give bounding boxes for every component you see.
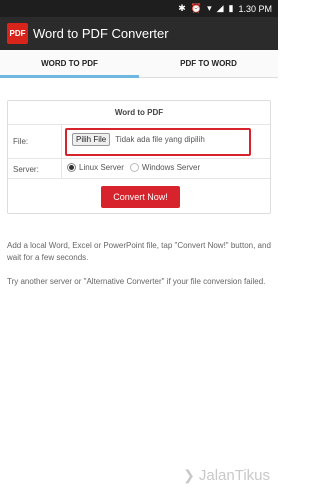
convert-now-button[interactable]: Convert Now! [101, 186, 180, 208]
tab-pdf-to-word[interactable]: PDF TO WORD [139, 50, 278, 77]
tab-word-to-pdf[interactable]: WORD TO PDF [0, 50, 139, 78]
file-label: File: [13, 137, 29, 146]
wifi-icon: ▾ [207, 3, 212, 13]
radio-windows-server[interactable]: Windows Server [129, 163, 201, 172]
file-input[interactable]: Pilih File Tidak ada file yang dipilih [65, 128, 251, 156]
choose-file-button[interactable]: Pilih File [72, 133, 111, 146]
battery-icon: ▮ [228, 3, 234, 13]
watermark: ❯ JalanTikus [183, 467, 270, 484]
radio-linux-label: Linux Server [79, 163, 124, 172]
pdf-logo-icon: PDF [7, 23, 28, 44]
help-text-fallback: Try another server or "Alternative Conve… [7, 277, 266, 286]
alarm-icon: ⏰ [190, 3, 203, 13]
bluetooth-icon: ✱ [178, 3, 186, 13]
file-row: File: Pilih File Tidak ada file yang dip… [8, 125, 270, 159]
column-divider [61, 125, 62, 158]
server-row: Server: Linux Server Windows Server [8, 159, 270, 179]
server-label: Server: [13, 165, 39, 174]
status-time: 1.30 PM [238, 3, 272, 14]
watermark-logo-icon: ❯ [183, 467, 195, 483]
signal-icon: ◢ [216, 3, 224, 13]
radio-unselected-icon[interactable] [129, 163, 139, 172]
radio-selected-icon[interactable] [67, 163, 76, 172]
app-title: Word to PDF Converter [33, 26, 169, 41]
panel-title: Word to PDF [8, 101, 270, 125]
radio-windows-label: Windows Server [141, 163, 201, 172]
server-radio-group: Linux Server Windows Server [67, 163, 200, 172]
file-status-text: Tidak ada file yang dipilih [115, 135, 205, 144]
watermark-text: JalanTikus [198, 467, 270, 484]
app-bar: PDF Word to PDF Converter [0, 17, 278, 50]
radio-linux-server[interactable]: Linux Server [67, 163, 124, 172]
column-divider [61, 159, 62, 178]
status-bar: ✱ ⏰ ▾ ◢ ▮ 1.30 PM [0, 0, 278, 17]
help-text-instructions: Add a local Word, Excel or PowerPoint fi… [7, 241, 271, 262]
tab-bar: WORD TO PDF PDF TO WORD [0, 50, 278, 78]
converter-panel: Word to PDF File: Pilih File Tidak ada f… [7, 100, 271, 214]
